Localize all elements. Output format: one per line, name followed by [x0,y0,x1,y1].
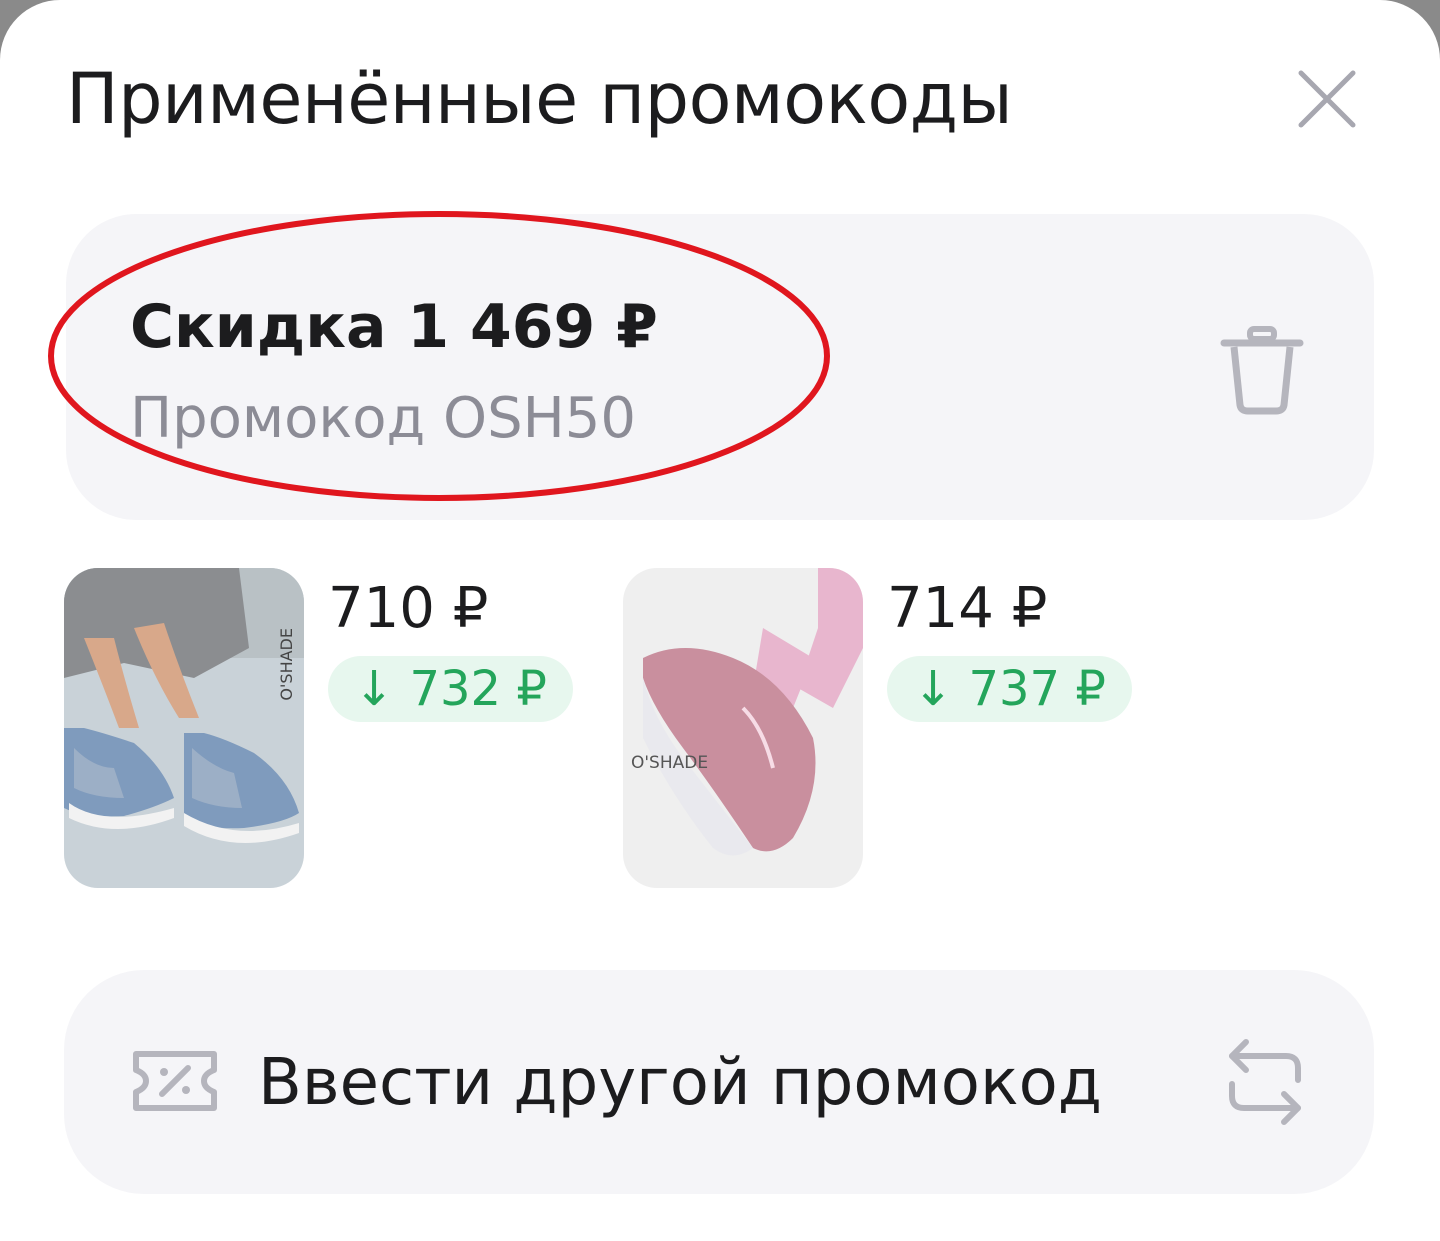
promo-ticket-icon [133,1051,217,1111]
enter-other-promo-button[interactable]: Ввести другой промокод [64,970,1374,1194]
close-icon [1298,70,1356,128]
applied-promo-card: Скидка 1 469 ₽ Промокод OSH50 [66,214,1374,520]
swap-arrows-icon [1229,1039,1301,1125]
sheet-title: Применённые промокоды [66,58,1013,140]
promo-code-label: Промокод OSH50 [130,386,637,451]
blue-sneakers-photo: O'SHADE [64,568,304,888]
product-price: 714 ₽ [887,576,1048,641]
brand-watermark: O'SHADE [277,628,296,701]
pink-sneakers-photo: O'SHADE [623,568,863,888]
product-image[interactable]: O'SHADE [623,568,863,888]
trash-icon [1220,326,1304,415]
brand-watermark: O'SHADE [631,753,708,773]
product-price: 710 ₽ [328,576,489,641]
discount-amount: Скидка 1 469 ₽ [130,292,658,362]
old-price-badge: ↓ 732 ₽ [328,656,573,722]
close-button[interactable] [1290,62,1364,136]
product-image[interactable]: O'SHADE [64,568,304,888]
old-price-badge: ↓ 737 ₽ [887,656,1132,722]
promo-bottom-sheet: Применённые промокоды Скидка 1 469 ₽ Про… [0,0,1440,1241]
remove-promo-button[interactable] [1216,320,1308,420]
enter-other-promo-label: Ввести другой промокод [258,1046,1102,1120]
